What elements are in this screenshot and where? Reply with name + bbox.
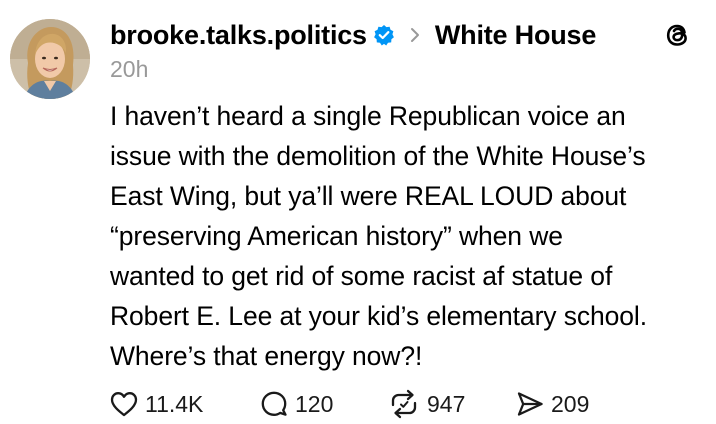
post-actions: 11.4K 120 947 209 <box>109 386 615 422</box>
send-icon <box>515 389 545 419</box>
author-username[interactable]: brooke.talks.politics <box>110 20 367 51</box>
post-body-line: I haven’t heard a single Republican voic… <box>110 101 626 131</box>
post-timestamp: 20h <box>110 56 149 82</box>
post-body-line: Robert E. Lee at your kid’s elementary s… <box>110 301 647 331</box>
threads-logo-icon[interactable] <box>661 19 693 51</box>
reply-button[interactable]: 120 <box>259 389 387 419</box>
share-button[interactable]: 209 <box>515 389 615 419</box>
topic-link[interactable]: White House <box>435 20 597 51</box>
reply-count: 120 <box>295 390 334 417</box>
profile-photo <box>10 19 90 99</box>
post-body: I haven’t heard a single Republican voic… <box>110 96 710 376</box>
repost-count: 947 <box>427 390 466 417</box>
share-count: 209 <box>551 390 590 417</box>
threads-post: brooke.talks.politics White House 20h I … <box>0 0 716 424</box>
post-body-line: “preserving American history” when we <box>110 221 563 251</box>
like-count: 11.4K <box>145 390 204 417</box>
post-body-line: East Wing, but ya’ll were REAL LOUD abou… <box>110 181 627 211</box>
chevron-right-icon <box>409 26 421 44</box>
like-button[interactable]: 11.4K <box>109 390 259 418</box>
post-header: brooke.talks.politics White House <box>110 16 596 54</box>
post-body-line: issue with the demolition of the White H… <box>110 141 646 171</box>
post-body-line: Where’s that energy now?! <box>110 341 423 371</box>
heart-icon <box>109 390 139 418</box>
comment-icon <box>259 389 289 419</box>
repost-button[interactable]: 947 <box>387 389 515 419</box>
repost-icon <box>387 389 421 419</box>
post-body-line: wanted to get rid of some racist af stat… <box>110 261 613 291</box>
avatar[interactable] <box>10 19 90 99</box>
verified-badge-icon <box>373 24 395 46</box>
